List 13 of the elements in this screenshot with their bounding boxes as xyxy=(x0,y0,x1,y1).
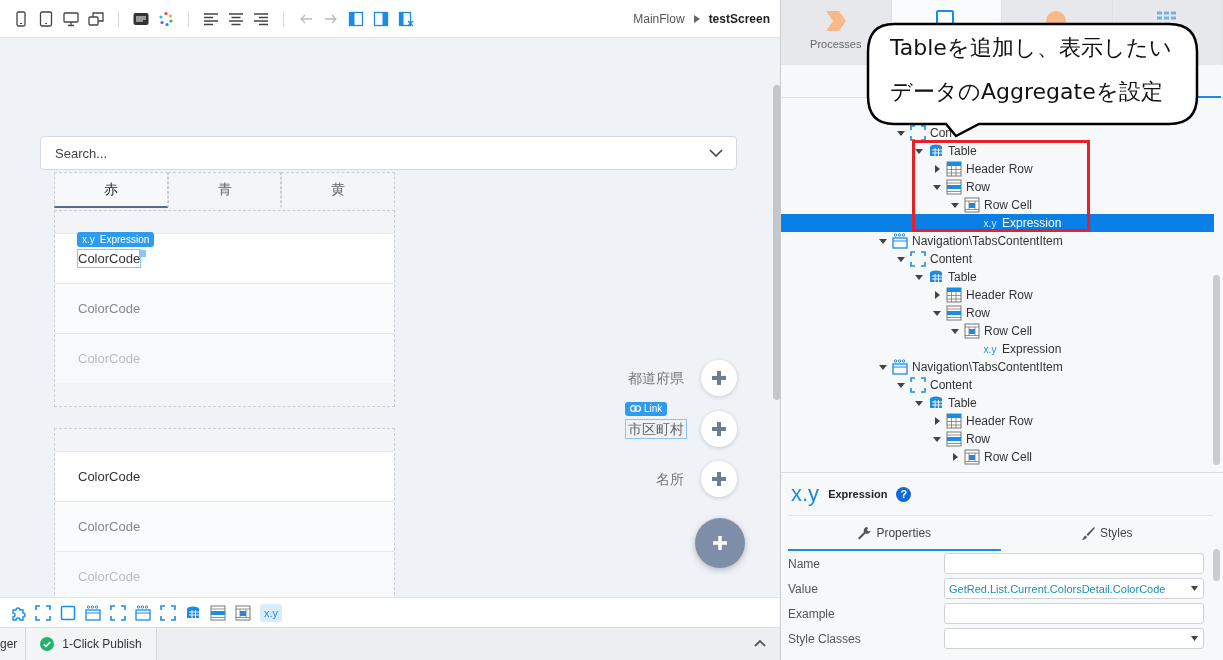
field-label: Example xyxy=(788,606,836,621)
table-cell-text: ColorCode xyxy=(77,350,142,368)
table-cell-text: ColorCode xyxy=(77,568,142,586)
table-cell-text: ColorCode xyxy=(77,300,142,318)
field-label: Style Classes xyxy=(788,631,862,646)
field-label: Name xyxy=(788,556,821,571)
table-cell-text: ColorCode xyxy=(77,468,142,486)
panel-title: Expression xyxy=(828,488,888,500)
expression-icon: x.y xyxy=(791,481,820,507)
element-badge: x.y Expression xyxy=(77,232,155,247)
element-badge: Link xyxy=(625,401,668,416)
table-cell-text: ColorCode xyxy=(77,518,142,536)
field-label: Value xyxy=(788,581,819,596)
